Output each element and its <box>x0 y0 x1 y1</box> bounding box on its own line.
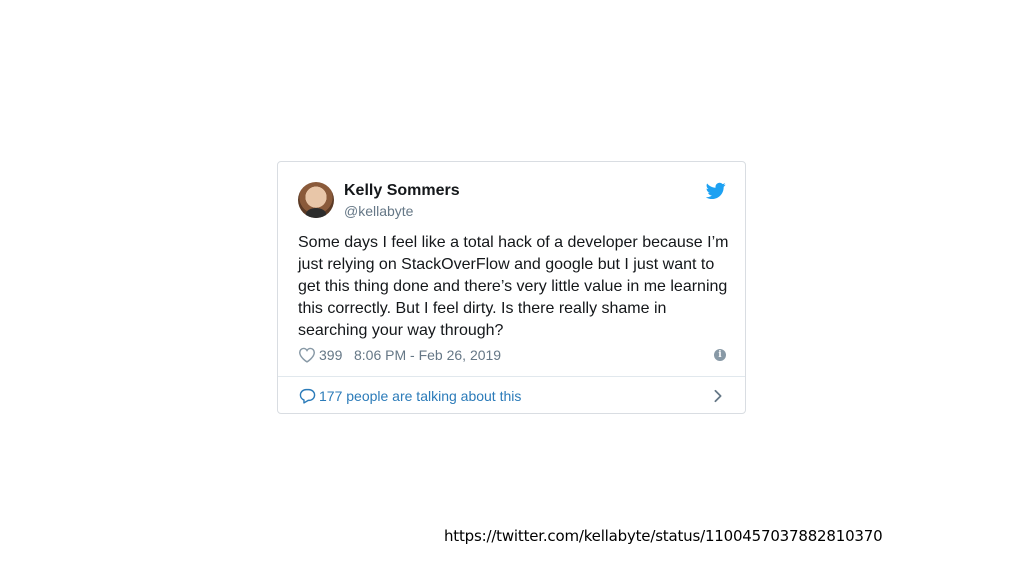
info-icon[interactable]: i <box>714 349 726 361</box>
tweet-meta-row: 399 8:06 PM - Feb 26, 2019 i <box>298 346 726 366</box>
twitter-bird-icon[interactable] <box>706 182 726 200</box>
heart-icon[interactable] <box>298 347 316 363</box>
source-url[interactable]: https://twitter.com/kellabyte/status/110… <box>444 527 883 545</box>
slide: Kelly Sommers @kellabyte Some days I fee… <box>0 0 1024 576</box>
comment-icon <box>299 388 316 404</box>
author-display-name[interactable]: Kelly Sommers <box>344 182 460 200</box>
tweet-text: Some days I feel like a total hack of a … <box>298 234 729 339</box>
avatar[interactable] <box>298 182 334 218</box>
tweet-card[interactable]: Kelly Sommers @kellabyte Some days I fee… <box>277 161 746 414</box>
conversation-label[interactable]: 177 people are talking about this <box>319 388 521 404</box>
author-handle[interactable]: @kellabyte <box>344 203 413 219</box>
tweet-timestamp[interactable]: 8:06 PM - Feb 26, 2019 <box>354 347 501 363</box>
chevron-right-icon[interactable] <box>713 389 723 403</box>
like-count[interactable]: 399 <box>319 347 342 363</box>
conversation-link[interactable]: 177 people are talking about this <box>278 377 745 414</box>
